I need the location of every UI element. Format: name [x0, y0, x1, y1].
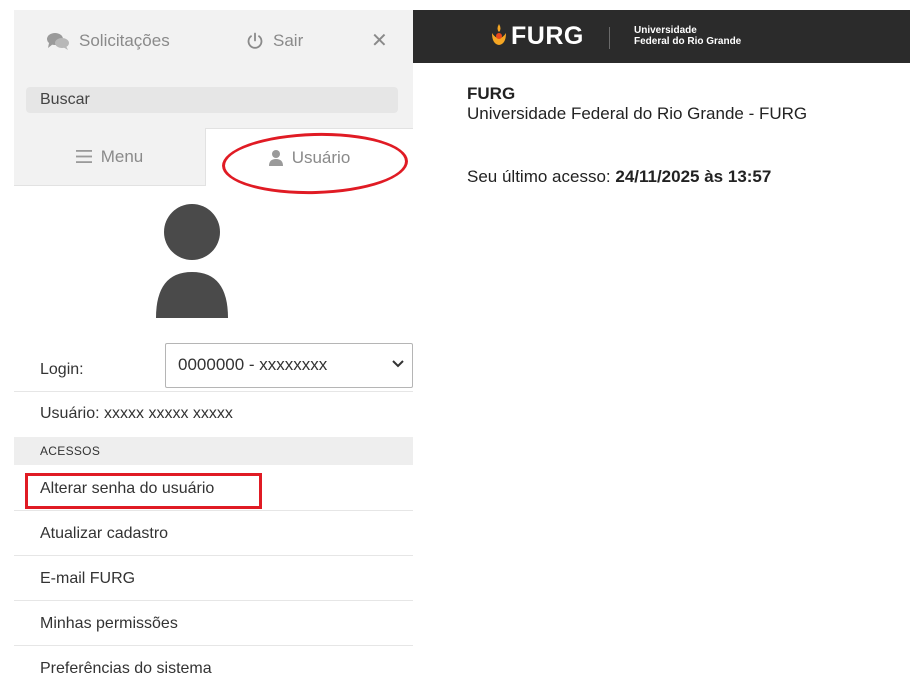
menu-item-label: Preferências do sistema [40, 660, 212, 677]
sidebar-topbar: Solicitações Sair ✕ [14, 10, 413, 78]
tab-menu-label: Menu [100, 146, 144, 166]
chevron-down-icon [392, 360, 404, 368]
main-content: FURG Universidade Federal do Rio Grande … [467, 84, 807, 124]
user-name: Usuário: xxxxx xxxxx xxxxx [40, 405, 233, 422]
institution-full-name: Universidade Federal do Rio Grande - FUR… [467, 104, 808, 123]
menu-item-preferences[interactable]: Preferências do sistema [14, 646, 413, 690]
power-icon [247, 32, 263, 49]
logo-subtitle-line1: Universidade [634, 25, 697, 36]
menu-item-label: Atualizar cadastro [40, 525, 169, 542]
logo-divider [609, 27, 610, 49]
furg-flame-icon [492, 24, 506, 45]
menu-item-label: E-mail FURG [40, 570, 136, 587]
user-name-row: Usuário: xxxxx xxxxx xxxxx [14, 392, 413, 436]
requests-label: Solicitações [79, 31, 170, 50]
menu-item-permissions[interactable]: Minhas permissões [14, 601, 413, 646]
search-input[interactable]: Buscar [26, 87, 398, 113]
close-icon: ✕ [371, 29, 388, 52]
logo-subtitle: Universidade Federal do Rio Grande [634, 25, 741, 47]
last-access-line: Seu último acesso: 24/11/2025 às 13:57 [467, 167, 771, 187]
logout-button[interactable]: Sair [246, 30, 303, 52]
login-select[interactable]: 0000000 - xxxxxxxx [165, 343, 413, 388]
last-access-label: Seu último acesso: [467, 167, 616, 186]
avatar-icon [156, 204, 228, 318]
section-title: ACESSOS [40, 444, 101, 458]
search-placeholder: Buscar [40, 91, 90, 108]
search-area: Buscar [14, 78, 413, 128]
menu-item-update-profile[interactable]: Atualizar cadastro [14, 511, 413, 556]
institution-short-name: FURG [467, 84, 516, 103]
login-label: Login: [40, 361, 84, 378]
section-header-acessos: ACESSOS [14, 437, 413, 465]
sidebar: Solicitações Sair ✕ Buscar Menu Usuário … [14, 10, 413, 690]
logout-label: Sair [273, 31, 304, 50]
close-sidebar-button[interactable]: ✕ [371, 29, 388, 52]
highlight-rectangle [25, 473, 262, 509]
last-access-value: 24/11/2025 às 13:57 [615, 167, 772, 186]
menu-item-label: Minhas permissões [40, 615, 178, 632]
requests-button[interactable]: Solicitações [46, 30, 170, 52]
logo-text: FURG [511, 22, 584, 50]
app-header: FURG Universidade Federal do Rio Grande [413, 10, 910, 63]
chat-bubbles-icon [47, 33, 69, 50]
login-select-value: 0000000 - xxxxxxxx [178, 355, 328, 374]
tab-menu[interactable]: Menu [14, 128, 205, 186]
logo-subtitle-line2: Federal do Rio Grande [634, 36, 742, 47]
login-row: Login: 0000000 - xxxxxxxx [14, 340, 413, 392]
hamburger-icon [75, 150, 92, 163]
menu-item-email[interactable]: E-mail FURG [14, 556, 413, 601]
